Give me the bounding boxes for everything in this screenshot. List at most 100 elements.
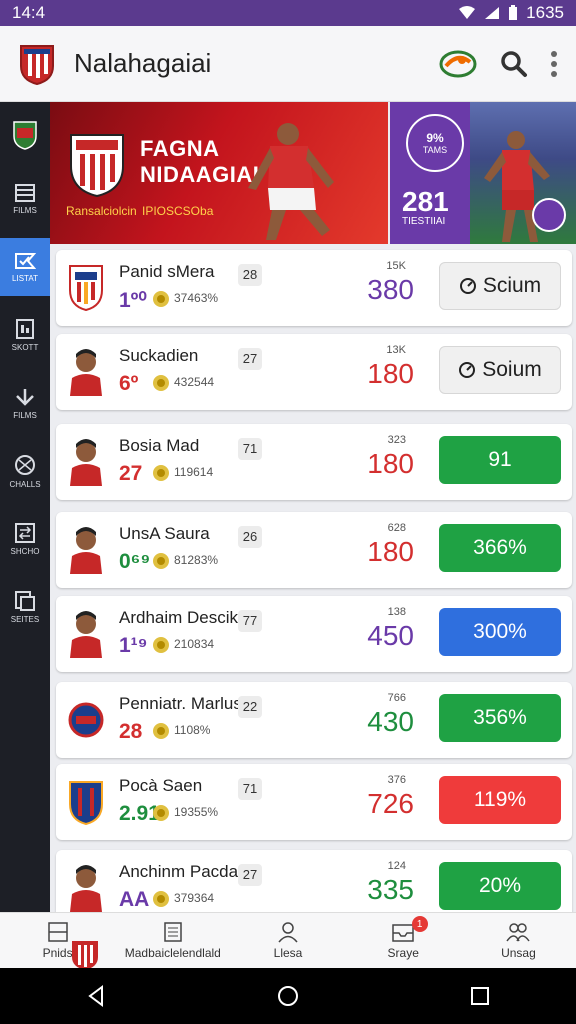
action-button[interactable]: 366%: [439, 524, 561, 572]
player-name: Penniatr. Marluss: [119, 694, 251, 713]
action-button[interactable]: 20%: [439, 862, 561, 910]
sidebar: FILMS LISTAT SKOTT FILMS CHALLS SHCHO SE…: [0, 102, 50, 912]
player-score: 335: [367, 874, 414, 905]
timer-icon: [459, 362, 476, 378]
sidebar-item-club[interactable]: [0, 106, 50, 164]
hero-banner[interactable]: FAGNA NIDAAGIAI Ransalciolcin IPIOSCSOba…: [50, 102, 576, 244]
wifi-icon: [459, 6, 476, 19]
battery-icon: [509, 5, 518, 20]
swap-icon: [15, 522, 35, 543]
player-score: 450: [367, 620, 414, 651]
status-bar: 14:4 1635: [0, 0, 576, 26]
nav-item-madbaiclelendlald[interactable]: Madbaiclelendlald: [115, 913, 230, 968]
back-icon[interactable]: [86, 985, 106, 1007]
home-icon[interactable]: [277, 985, 299, 1007]
rank-chip: 71: [238, 778, 262, 800]
action-button[interactable]: 119%: [439, 776, 561, 824]
player-value: 1º⁰: [119, 289, 147, 312]
player-name: Ardhaim Descik: [119, 608, 239, 627]
nav-item-unsag[interactable]: Unsag: [461, 913, 576, 968]
stat-icon: [153, 291, 169, 307]
player-card[interactable]: UnsA Saura 0⁶⁹ 81283% 26 628 180 366%: [56, 512, 572, 588]
player-card[interactable]: Panid sMera 1º⁰ 37463% 28 15K 380 Scium: [56, 250, 572, 326]
player-score: 726: [367, 788, 414, 819]
sidebar-item-shcho[interactable]: SHCHO: [0, 510, 50, 568]
stat-icon: [153, 375, 169, 391]
sidebar-item-films-2[interactable]: FILMS: [0, 374, 50, 432]
stat-icon: [153, 723, 169, 739]
banner-sub-left: Ransalciolcin: [66, 204, 137, 218]
player-value: 27: [119, 462, 143, 485]
settings-doc-icon: [15, 590, 35, 611]
nav-item-pnids[interactable]: Pnids: [0, 913, 115, 970]
check-list-icon: [15, 252, 36, 269]
sidebar-item-listat[interactable]: LISTAT: [0, 238, 50, 296]
player-name: Pocà Saen: [119, 776, 203, 795]
player-card[interactable]: Suckadien 6º 432544 27 13K 180 Soium: [56, 334, 572, 410]
small-score: 323: [387, 434, 406, 446]
small-score: 15K: [386, 260, 406, 272]
stat-icon: [153, 465, 169, 481]
club-crest-icon: [68, 702, 104, 738]
sidebar-item-label: SKOTT: [11, 342, 39, 352]
rank-chip: 27: [238, 864, 262, 886]
action-button[interactable]: 300%: [439, 608, 561, 656]
action-button-label: 300%: [473, 620, 527, 643]
player-card[interactable]: Bosia Mad 27 119614 71 323 180 91: [56, 424, 572, 500]
banner-sub-right: IPIOSCSOba: [142, 204, 214, 218]
action-button[interactable]: 91: [439, 436, 561, 484]
player-card[interactable]: Penniatr. Marluss 28 1108% 22 766 430 356%: [56, 682, 572, 758]
recents-icon[interactable]: [470, 986, 490, 1006]
system-nav-bar: [0, 968, 576, 1024]
banner-left: FAGNA NIDAAGIAI Ransalciolcin IPIOSCSOba: [50, 102, 388, 244]
nav-item-llesa[interactable]: Llesa: [230, 913, 345, 968]
small-score: 13K: [386, 344, 406, 356]
sidebar-item-skott[interactable]: SKOTT: [0, 306, 50, 364]
banner-badge: 9% TAMS: [406, 114, 464, 172]
rank-chip: 28: [238, 264, 262, 286]
team-swirl-icon[interactable]: [438, 48, 478, 80]
rank-chip: 71: [238, 438, 262, 460]
player-avatar: [70, 865, 102, 912]
rank-chip: 77: [238, 610, 262, 632]
timer-icon: [459, 278, 476, 294]
player-percent: 1108%: [174, 723, 211, 737]
banner-crest-icon: [70, 134, 124, 198]
player-avatar: [70, 439, 102, 486]
user-icon: [278, 922, 298, 943]
player-score: 180: [367, 448, 414, 479]
player-card[interactable]: Pocà Saen 2.91 19355% 71 376 726 119%: [56, 764, 572, 840]
app-bar: Nalahagaiai: [0, 26, 576, 102]
action-button[interactable]: 356%: [439, 694, 561, 742]
action-button-label: 119%: [473, 788, 527, 811]
player-value: 1¹⁹: [119, 634, 148, 657]
player-percent: 432544: [174, 375, 215, 389]
nav-label: Llesa: [273, 946, 303, 960]
small-score: 766: [387, 692, 406, 704]
player-value: 0⁶⁹: [119, 550, 151, 573]
sidebar-item-films[interactable]: FILMS: [0, 170, 50, 228]
banner-big-sub: TIESTIIAI: [402, 216, 446, 227]
more-vert-icon[interactable]: [550, 50, 558, 78]
sidebar-item-challs[interactable]: CHALLS: [0, 442, 50, 500]
notification-badge: 1: [411, 916, 428, 932]
search-icon[interactable]: [500, 50, 528, 78]
stats-icon: [16, 318, 34, 339]
nav-label: Madbaiclelendlald: [124, 946, 221, 960]
group-icon: [506, 923, 531, 942]
sidebar-item-seites[interactable]: SEITES: [0, 578, 50, 636]
badge-bottom: TAMS: [422, 145, 448, 155]
action-button[interactable]: Soium: [439, 346, 561, 394]
player-score: 180: [367, 358, 414, 389]
player-percent: 210834: [174, 637, 215, 651]
status-time: 14:4: [12, 3, 46, 22]
player-value: 6º: [119, 372, 139, 395]
player-value: 28: [119, 720, 143, 743]
ball-icon: [15, 454, 35, 475]
player-name: Suckadien: [119, 346, 199, 365]
bottom-nav: Pnids Madbaiclelendlald Llesa 1 Sraye Un…: [0, 912, 576, 970]
nav-item-sraye[interactable]: 1 Sraye: [346, 913, 461, 968]
player-card[interactable]: Ardhaim Descik 1¹⁹ 210834 77 138 450 300%: [56, 596, 572, 672]
rank-chip: 26: [238, 526, 262, 548]
action-button[interactable]: Scium: [439, 262, 561, 310]
